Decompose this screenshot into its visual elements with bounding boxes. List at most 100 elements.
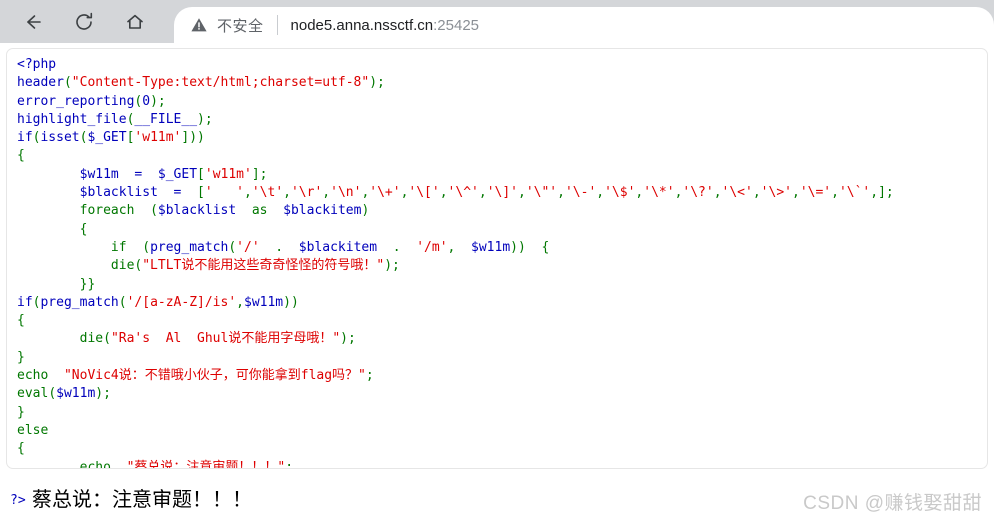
code-token: , [870, 185, 879, 201]
code-token: { [17, 148, 25, 164]
code-line: { [17, 312, 987, 330]
not-secure-warning-icon[interactable] [190, 16, 208, 34]
code-token: , [752, 185, 761, 201]
csdn-watermark: CSDN @赚钱娶甜甜 [803, 493, 982, 514]
code-token: [ [197, 166, 205, 182]
back-arrow-icon [22, 11, 44, 33]
code-token: , [557, 185, 565, 201]
code-token: __FILE__ [134, 111, 198, 127]
code-token: '\`' [838, 185, 871, 201]
code-token: ( [134, 203, 158, 219]
code-token: ( [126, 239, 151, 255]
code-line: if(isset($_GET['w11m'])) [17, 129, 987, 147]
code-token: ; [259, 166, 268, 182]
code-token: "Ra's Al Ghul说不能用字母哦！" [110, 331, 341, 347]
code-token: = [157, 185, 198, 201]
code-token: ( [63, 75, 72, 91]
code-line: if(preg_match('/[a-zA-Z]/is',$w11m)) [17, 294, 987, 312]
code-token: , [713, 185, 722, 201]
code-token: { [17, 441, 25, 457]
code-line: echo "蔡总说：注意审题！！！"; [17, 459, 987, 469]
code-token: ) [384, 258, 393, 274]
code-line: highlight_file(__FILE__); [17, 111, 987, 129]
code-token: '/m' [416, 239, 448, 255]
code-token: echo [79, 459, 111, 469]
code-token: '\=' [799, 185, 832, 201]
code-token: if [17, 294, 33, 310]
code-token: } [17, 349, 25, 365]
code-token: '\?' [682, 185, 714, 201]
code-token: highlight_file [17, 111, 127, 127]
code-token: '\"' [525, 185, 558, 201]
address-bar[interactable]: 不安全 node5.anna.nssctf.cn:25425 [174, 7, 994, 43]
home-icon [124, 11, 146, 33]
code-token: else [17, 422, 49, 438]
code-token: error_reporting [17, 93, 135, 109]
code-token: , [791, 185, 800, 201]
code-token: '\[' [408, 185, 440, 201]
code-token: ; [204, 111, 213, 127]
code-token: header [17, 75, 64, 91]
code-token: <?php [17, 57, 57, 72]
php-closing-tag: ?> [10, 493, 26, 508]
code-token: echo [17, 368, 49, 384]
code-line: foreach ($blacklist as $blackitem) [17, 202, 987, 220]
code-token: . [259, 239, 299, 255]
code-token: = [118, 166, 158, 182]
code-token: $blacklist [157, 203, 237, 219]
code-token: $blacklist [79, 185, 158, 201]
code-token: $blackitem [283, 203, 362, 219]
code-token: } [17, 404, 25, 420]
code-token: . [377, 239, 417, 255]
code-token: '\t' [251, 185, 284, 201]
code-token: ; [285, 459, 294, 469]
url-host: node5.anna.nssctf.cn [290, 16, 434, 34]
code-token: '\+' [369, 185, 401, 201]
code-token: '/[a-zA-Z]/is' [126, 294, 237, 310]
code-token: ; [885, 185, 894, 201]
highlighted-source-card: <?php header("Content-Type:text/html;char… [6, 48, 988, 469]
code-token: isset [40, 130, 80, 146]
php-source-code: <?php header("Content-Type:text/html;char… [7, 49, 987, 469]
code-token: ( [118, 294, 127, 310]
code-line: }} [17, 276, 987, 294]
code-token: , [831, 185, 839, 201]
reload-icon [73, 11, 95, 33]
code-line: if (preg_match('/' . $blackitem . '/m', … [17, 239, 987, 257]
code-token: $blackitem [298, 239, 378, 255]
code-token: ; [392, 258, 400, 274]
code-line: { [17, 440, 987, 458]
code-token: $w11m [244, 294, 284, 310]
security-status-label: 不安全 [217, 17, 264, 35]
reload-button[interactable] [65, 3, 103, 41]
code-token: ) [150, 93, 158, 109]
code-token: '\$' [604, 185, 636, 201]
code-token: [ [197, 185, 205, 201]
back-button[interactable] [14, 3, 52, 41]
code-token: $_GET [157, 166, 198, 182]
code-token: "蔡总说：注意审题！！！" [126, 459, 286, 469]
code-line: echo "NoVic4说：不错哦小伙子，可你能拿到flag吗？"; [17, 367, 987, 385]
code-token: ( [228, 239, 237, 255]
code-token: preg_match [40, 294, 119, 310]
code-token: ) [361, 203, 370, 219]
code-token: ] [878, 185, 886, 201]
code-token: { [525, 239, 550, 255]
code-token: "NoVic4说：不错哦小伙子，可你能拿到flag吗？" [63, 368, 366, 384]
code-token: '\]' [486, 185, 518, 201]
url-display[interactable]: node5.anna.nssctf.cn:25425 [291, 17, 480, 34]
code-token: die [79, 331, 104, 347]
code-token: 'w11m' [204, 166, 252, 182]
home-button[interactable] [116, 3, 154, 41]
code-token: , [596, 185, 605, 201]
